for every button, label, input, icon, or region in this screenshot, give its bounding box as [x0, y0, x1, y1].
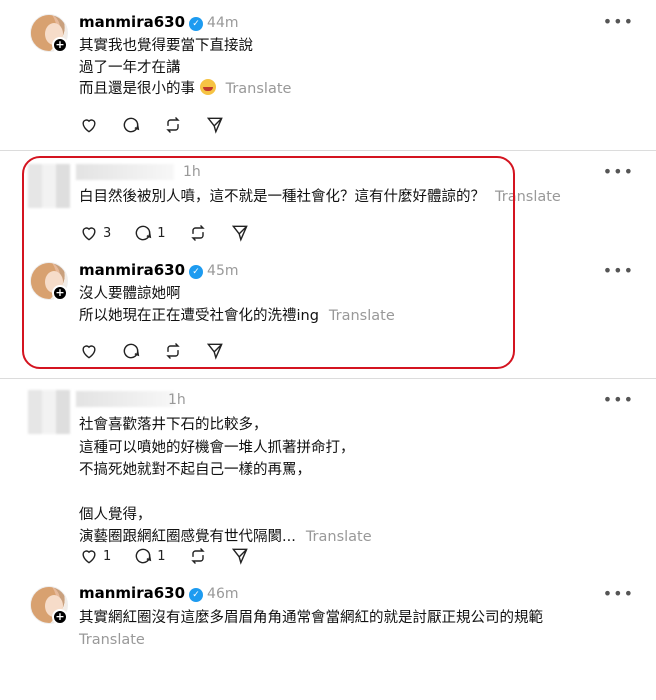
post-actions: [79, 340, 247, 362]
post-text: 其實我也覺得要當下直接說 過了一年才在講 而且還是很小的事 Translate: [79, 38, 292, 97]
post-actions: 1 1: [79, 545, 272, 567]
send-icon: [231, 548, 248, 565]
send-icon: [231, 225, 248, 242]
post-text: 社會喜歡落井下石的比較多， 這種可以噴她的好機會一堆人抓著拼命打， 不搞死她就對…: [79, 417, 372, 545]
repost-icon: [166, 342, 180, 360]
username[interactable]: manmira630: [79, 584, 185, 602]
username[interactable]: manmira630: [79, 13, 185, 31]
post-header: manmira630 ✓ 45m: [79, 261, 239, 279]
send-icon: [206, 343, 223, 360]
share-button[interactable]: [230, 223, 250, 243]
share-button[interactable]: [230, 546, 250, 566]
share-button[interactable]: [205, 115, 225, 135]
reply-button[interactable]: [121, 341, 141, 361]
verified-badge-icon: ✓: [189, 588, 204, 602]
heart-icon: [82, 227, 96, 241]
share-button[interactable]: [205, 341, 225, 361]
translate-link[interactable]: Translate: [226, 81, 292, 97]
translate-link[interactable]: Translate: [79, 630, 145, 652]
timestamp[interactable]: 1h: [183, 164, 201, 180]
divider: [0, 150, 656, 151]
threads-reply-feed: + manmira630 ✓ 44m ••• 其實我也覺得要當下直接說 過了一年才在…: [0, 0, 656, 700]
translate-link[interactable]: Translate: [329, 308, 395, 324]
post-actions: 3 1: [79, 222, 272, 244]
repost-button[interactable]: [188, 223, 208, 243]
like-button[interactable]: [79, 115, 99, 135]
repost-icon: [190, 547, 205, 565]
verified-badge-icon: ✓: [189, 17, 204, 31]
reply-count: 1: [157, 548, 166, 564]
heart-icon: [82, 550, 96, 564]
divider: [0, 378, 656, 379]
timestamp[interactable]: 44m: [207, 15, 238, 31]
avatar[interactable]: [28, 164, 70, 208]
post-text: 白目然後被別人噴，這不就是一種社會化？這有什麼好體諒的？ Translate: [79, 189, 561, 205]
post-header: manmira630 ✓ 46m: [79, 584, 239, 602]
more-options-icon[interactable]: •••: [603, 390, 634, 409]
username[interactable]: manmira630: [79, 261, 185, 279]
repost-button[interactable]: [163, 115, 183, 135]
follow-plus-icon[interactable]: +: [52, 285, 68, 301]
repost-icon: [190, 224, 205, 242]
comment-icon: [135, 548, 152, 564]
post-text: 沒人要體諒她啊 所以她現在正在遭受社會化的洗禮ing Translate: [79, 286, 395, 324]
like-count: 3: [103, 225, 112, 241]
laughing-emoji-icon: [199, 79, 216, 95]
more-options-icon[interactable]: •••: [603, 584, 634, 603]
repost-button[interactable]: [163, 341, 183, 361]
like-button[interactable]: 1: [79, 546, 111, 566]
follow-plus-icon[interactable]: +: [52, 609, 68, 625]
heart-icon: [82, 119, 96, 133]
more-options-icon[interactable]: •••: [603, 12, 634, 31]
repost-button[interactable]: [188, 546, 208, 566]
comment-icon: [123, 117, 140, 133]
reply-count: 1: [157, 225, 166, 241]
timestamp[interactable]: 1h: [168, 392, 186, 408]
heart-icon: [82, 345, 96, 359]
comment-icon: [135, 225, 152, 241]
timestamp[interactable]: 46m: [207, 586, 238, 602]
post-text: 其實網紅圈沒有這麼多眉眉角角通常會當網紅的就是討厭正規公司的規範 Transla…: [79, 608, 543, 651]
like-button[interactable]: [79, 341, 99, 361]
avatar[interactable]: [28, 390, 70, 434]
verified-badge-icon: ✓: [189, 265, 204, 279]
post-actions: [79, 114, 247, 136]
username[interactable]: [76, 164, 174, 180]
translate-link[interactable]: Translate: [495, 189, 561, 205]
translate-link[interactable]: Translate: [306, 529, 372, 545]
repost-icon: [166, 116, 180, 134]
timestamp[interactable]: 45m: [207, 263, 238, 279]
more-options-icon[interactable]: •••: [603, 261, 634, 280]
reply-button[interactable]: 1: [133, 223, 166, 243]
follow-plus-icon[interactable]: +: [52, 37, 68, 53]
like-button[interactable]: 3: [79, 223, 111, 243]
reply-button[interactable]: [121, 115, 141, 135]
comment-icon: [123, 343, 140, 359]
post-header: manmira630 ✓ 44m: [79, 13, 239, 31]
reply-button[interactable]: 1: [133, 546, 166, 566]
username[interactable]: [76, 391, 174, 407]
send-icon: [206, 117, 223, 134]
like-count: 1: [103, 548, 112, 564]
more-options-icon[interactable]: •••: [603, 162, 634, 181]
